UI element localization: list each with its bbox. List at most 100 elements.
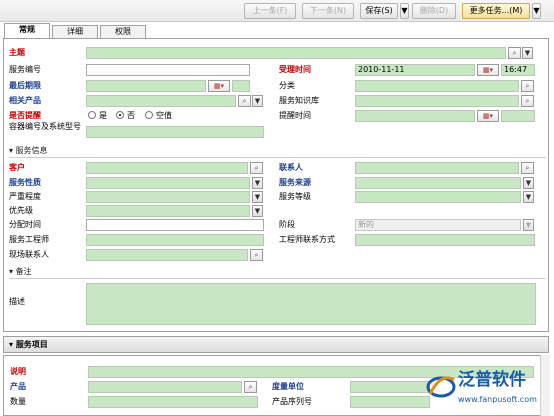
- item-unit-field[interactable]: [350, 381, 430, 393]
- section-divider: [9, 157, 546, 158]
- remind-date-calendar-icon[interactable]: ▦▾: [477, 110, 499, 122]
- accept-time-label: 受理时间: [279, 65, 311, 74]
- item-serial-field[interactable]: [350, 396, 430, 408]
- remind-yes-radio[interactable]: [88, 111, 96, 119]
- priority-label: 优先级: [9, 206, 33, 215]
- notes-section[interactable]: ▾ 备注: [9, 266, 32, 277]
- more-tasks-dropdown-button[interactable]: ▼: [532, 3, 541, 19]
- accept-clock-field[interactable]: 16:47: [501, 64, 535, 76]
- customer-picker-icon[interactable]: ⌕: [250, 162, 263, 174]
- remind-empty-radio[interactable]: [145, 111, 153, 119]
- contact-label: 联系人: [279, 163, 303, 172]
- service-items-section[interactable]: ▾ 服务项目: [3, 336, 549, 353]
- stage-label: 阶段: [279, 220, 295, 229]
- remind-label: 是否提醒: [9, 111, 41, 120]
- save-button[interactable]: 保存(S): [360, 3, 398, 19]
- engineer-label: 服务工程师: [9, 235, 49, 244]
- source-label: 服务来源: [279, 178, 311, 187]
- customer-label: 客户: [9, 163, 25, 172]
- item-unit-label: 度量单位: [272, 382, 304, 391]
- remind-clock-field[interactable]: [501, 110, 535, 122]
- description-label: 描述: [9, 297, 25, 306]
- engineer-contact-label: 工程师联系方式: [279, 235, 335, 244]
- stage-field: 新的: [355, 219, 521, 231]
- service-no-field[interactable]: [86, 64, 250, 76]
- severity-field[interactable]: [86, 191, 250, 203]
- category-picker-icon[interactable]: ⌕: [521, 80, 534, 92]
- priority-field[interactable]: [86, 205, 250, 217]
- customer-field[interactable]: [86, 162, 248, 174]
- deadline-clock-field[interactable]: [232, 80, 250, 92]
- logo-name: 泛普软件: [458, 370, 526, 390]
- nature-field[interactable]: [86, 177, 250, 189]
- subject-field[interactable]: [86, 47, 506, 59]
- level-dropdown-icon[interactable]: ▼: [523, 191, 534, 203]
- delete-button[interactable]: 删除(D): [412, 3, 456, 19]
- knowledge-base-picker-icon[interactable]: ⌕: [521, 95, 534, 107]
- subject-label: 主题: [9, 48, 25, 57]
- service-no-label: 服务编号: [9, 65, 41, 74]
- remind-date-field[interactable]: [355, 110, 475, 122]
- deadline-calendar-icon[interactable]: ▦▾: [208, 80, 230, 92]
- container-no-label: 容器编号及系统型号: [9, 122, 81, 131]
- deadline-label: 最后期限: [9, 81, 41, 90]
- knowledge-base-field[interactable]: [355, 95, 519, 107]
- item-note-label: 说明: [10, 367, 26, 376]
- item-product-label: 产品: [10, 382, 26, 391]
- subject-dropdown-icon[interactable]: ▼: [522, 47, 533, 59]
- tab-general[interactable]: 常规: [4, 23, 50, 38]
- severity-label: 严重程度: [9, 192, 41, 201]
- source-dropdown-icon[interactable]: ▼: [523, 177, 534, 189]
- prev-record-button[interactable]: 上一条(F): [244, 3, 296, 19]
- toolbar: 上一条(F) 下一条(N) 保存(S) ▼ 删除(D) 更多任务...(M) ▼: [0, 0, 554, 22]
- nature-dropdown-icon[interactable]: ▼: [252, 177, 263, 189]
- logo-url: www.fanpusoft.com: [458, 395, 537, 404]
- site-contact-picker-icon[interactable]: ⌕: [250, 249, 263, 261]
- item-serial-label: 产品序列号: [272, 397, 312, 406]
- source-field[interactable]: [355, 177, 521, 189]
- item-product-picker-icon[interactable]: ⌕: [244, 381, 257, 393]
- site-contact-field[interactable]: [86, 249, 248, 261]
- remind-no-label: 否: [127, 111, 135, 120]
- tab-detail[interactable]: 详细: [52, 25, 98, 38]
- deadline-field[interactable]: [86, 80, 206, 92]
- related-product-dropdown-icon[interactable]: ▼: [252, 95, 263, 107]
- engineer-contact-field[interactable]: [355, 234, 535, 246]
- save-dropdown-button[interactable]: ▼: [400, 3, 409, 19]
- remind-yes-label: 是: [99, 111, 107, 120]
- contact-picker-icon[interactable]: ⌕: [521, 162, 534, 174]
- level-label: 服务等级: [279, 192, 311, 201]
- section-divider: [9, 278, 546, 279]
- site-contact-label: 现场联系人: [9, 250, 49, 259]
- remind-empty-label: 空值: [156, 111, 172, 120]
- related-product-picker-icon[interactable]: ⌕: [238, 95, 251, 107]
- related-product-field[interactable]: [86, 95, 236, 107]
- accept-date-calendar-icon[interactable]: ▦▾: [477, 64, 499, 76]
- remind-no-radio[interactable]: [116, 111, 124, 119]
- tab-bar: 常规 详细 权限: [0, 22, 554, 38]
- level-field[interactable]: [355, 191, 521, 203]
- item-quantity-field[interactable]: [88, 396, 258, 408]
- assign-time-field[interactable]: [86, 219, 264, 231]
- subject-picker-icon[interactable]: ⌕: [508, 47, 521, 59]
- stage-dropdown-icon: ▼: [523, 219, 534, 231]
- more-tasks-button[interactable]: 更多任务...(M): [462, 3, 530, 19]
- tab-permission[interactable]: 权限: [100, 25, 146, 38]
- container-no-field[interactable]: [86, 126, 264, 138]
- category-field[interactable]: [355, 80, 519, 92]
- related-product-label: 相关产品: [9, 96, 41, 105]
- nature-label: 服务性质: [9, 178, 41, 187]
- contact-field[interactable]: [355, 162, 519, 174]
- category-label: 分类: [279, 81, 295, 90]
- description-textarea[interactable]: [86, 283, 536, 325]
- service-info-section[interactable]: ▾ 服务信息: [9, 145, 48, 156]
- fanpu-logo: 泛普软件 www.fanpusoft.com: [424, 368, 552, 414]
- priority-dropdown-icon[interactable]: ▼: [252, 205, 263, 217]
- severity-dropdown-icon[interactable]: ▼: [252, 191, 263, 203]
- notes-header: 备注: [15, 267, 32, 276]
- knowledge-base-label: 服务知识库: [279, 96, 319, 105]
- item-product-field[interactable]: [88, 381, 242, 393]
- next-record-button[interactable]: 下一条(N): [302, 3, 354, 19]
- engineer-field[interactable]: [86, 234, 264, 246]
- accept-date-field[interactable]: 2010-11-11: [355, 64, 475, 76]
